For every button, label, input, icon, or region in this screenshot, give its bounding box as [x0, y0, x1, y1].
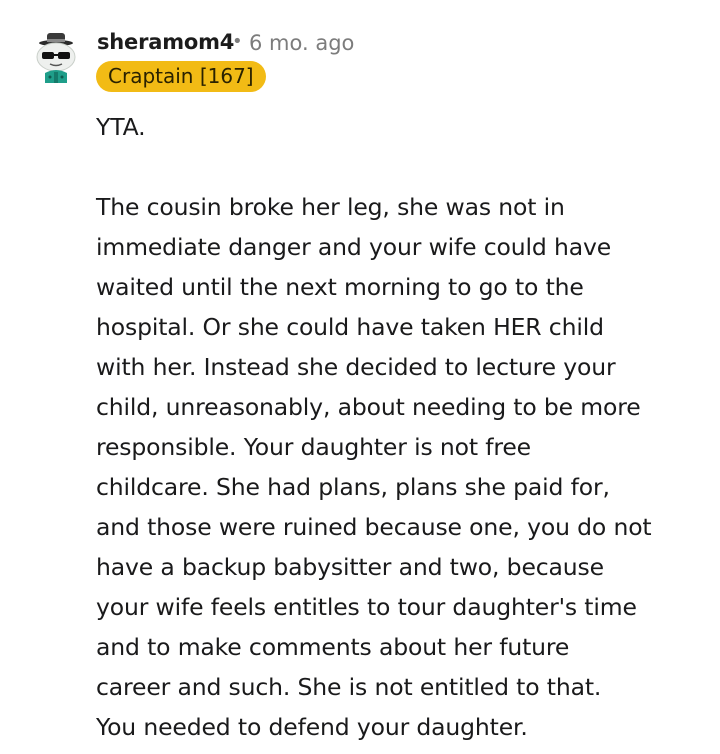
comment-line: and to make comments about her future [96, 633, 570, 661]
comment-line: You needed to defend your daughter. [96, 713, 528, 741]
comment-body: YTA. The cousin broke her leg, she was n… [96, 107, 696, 747]
user-flair-badge: Craptain [167] [96, 61, 266, 92]
comment-line: have a backup babysitter and two, becaus… [96, 553, 604, 581]
comment-line: YTA. [96, 113, 146, 141]
comment-line: responsible. Your daughter is not free [96, 433, 531, 461]
comment-line: The cousin broke her leg, she was not in [96, 193, 565, 221]
comment-line: with her. Instead she decided to lecture… [96, 353, 616, 381]
comment-timestamp[interactable]: 6 mo. ago [249, 31, 354, 55]
comment-line: childcare. She had plans, plans she paid… [96, 473, 610, 501]
comment-line: waited until the next morning to go to t… [96, 273, 584, 301]
comment-line: your wife feels entitles to tour daughte… [96, 593, 637, 621]
snoo-avatar-icon [36, 33, 76, 83]
comment-line: child, unreasonably, about needing to be… [96, 393, 641, 421]
comment-line: and those were ruined because one, you d… [96, 513, 652, 541]
avatar[interactable] [33, 31, 79, 83]
comment-line: immediate danger and your wife could hav… [96, 233, 612, 261]
comment-line: career and such. She is not entitled to … [96, 673, 602, 701]
meta-separator: • [232, 31, 243, 52]
author-username[interactable]: sheramom4 [97, 30, 234, 54]
comment-line: hospital. Or she could have taken HER ch… [96, 313, 604, 341]
